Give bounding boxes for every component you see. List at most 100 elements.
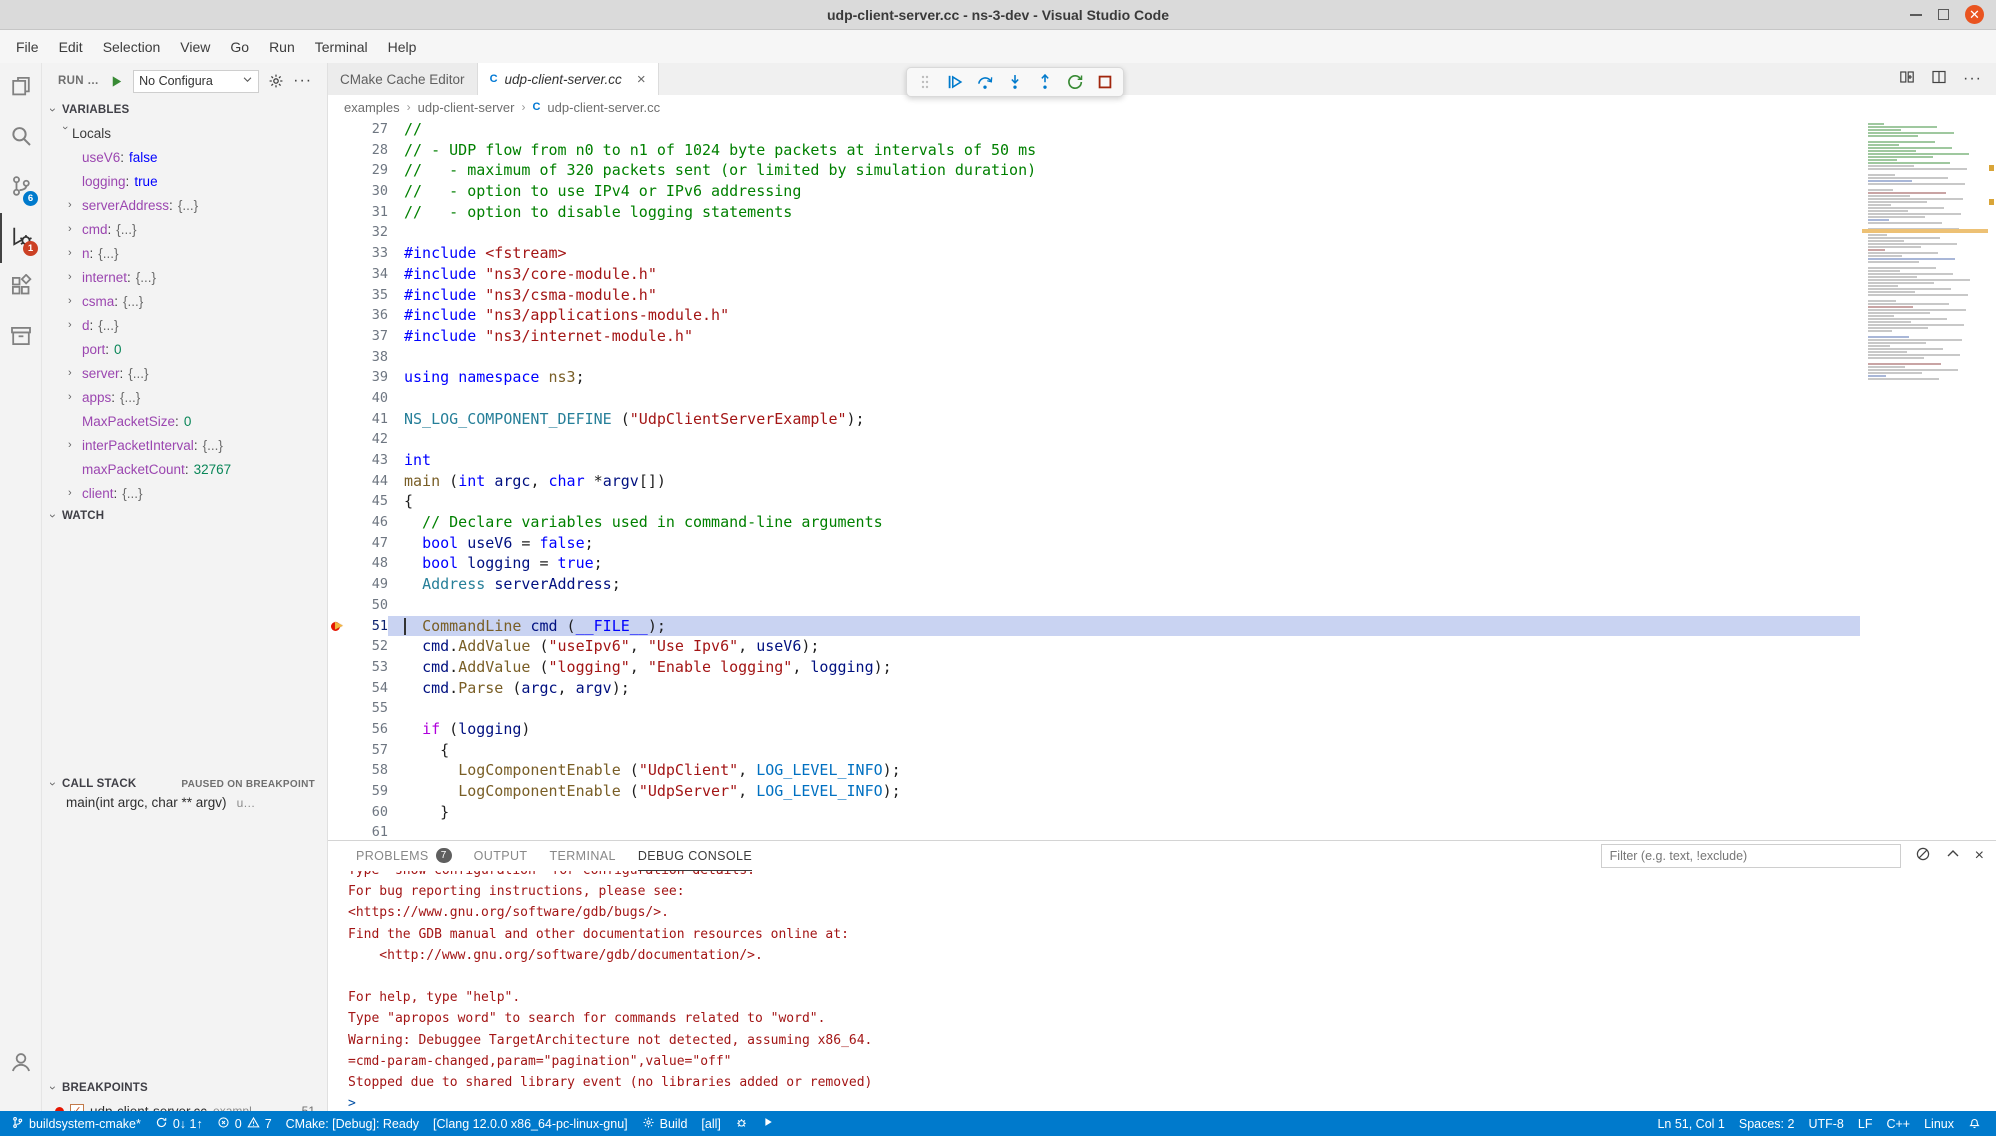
cursor-position[interactable]: Ln 51, Col 1 (1650, 1111, 1731, 1136)
variable-row[interactable]: ›serverAddress:{...} (42, 193, 327, 217)
panel-tab-terminal[interactable]: TERMINAL (549, 841, 615, 871)
console-filter-input[interactable] (1601, 844, 1901, 868)
step-over-icon[interactable] (973, 70, 997, 94)
breakpoints-header[interactable]: › BREAKPOINTS (42, 1077, 327, 1099)
problems-indicator[interactable]: 0 7 (210, 1111, 279, 1136)
variable-row[interactable]: ›server:{...} (42, 361, 327, 385)
maximize-panel-icon[interactable] (1945, 846, 1961, 867)
code-line[interactable]: 32 (328, 222, 1996, 243)
step-into-icon[interactable] (1003, 70, 1027, 94)
variable-row[interactable]: ›csma:{...} (42, 289, 327, 313)
debug-console[interactable]: Type "show configuration" for configurat… (328, 871, 1996, 1111)
code-line[interactable]: 53 cmd.AddValue ("logging", "Enable logg… (328, 657, 1996, 678)
breadcrumb-item[interactable]: udp-client-server.cc (547, 100, 660, 115)
close-tab-icon[interactable]: × (637, 71, 646, 88)
account-button[interactable] (0, 1043, 42, 1085)
cmake-build-button[interactable]: Build (635, 1111, 695, 1136)
notifications-button[interactable] (1961, 1111, 1988, 1136)
panel-tab-problems[interactable]: PROBLEMS7 (356, 841, 452, 871)
code-line[interactable]: 29// - maximum of 320 packets sent (or l… (328, 160, 1996, 181)
code-line[interactable]: 30// - option to use IPv4 or IPv6 addres… (328, 181, 1996, 202)
more-actions-icon[interactable]: ··· (293, 72, 312, 90)
code-line[interactable]: 54 cmd.Parse (argc, argv); (328, 678, 1996, 699)
variable-row[interactable]: ›cmd:{...} (42, 217, 327, 241)
code-line[interactable]: 36#include "ns3/applications-module.h" (328, 305, 1996, 326)
breadcrumb-item[interactable]: udp-client-server (418, 100, 515, 115)
clear-console-icon[interactable] (1915, 846, 1931, 867)
toolbar-drag-handle[interactable] (913, 70, 937, 94)
code-line[interactable]: 52 cmd.AddValue ("useIpv6", "Use Ipv6", … (328, 636, 1996, 657)
variable-row[interactable]: ›apps:{...} (42, 385, 327, 409)
code-line[interactable]: 47 bool useV6 = false; (328, 533, 1996, 554)
code-line[interactable]: 28// - UDP flow from n0 to n1 of 1024 by… (328, 140, 1996, 161)
panel-tab-debug-console[interactable]: DEBUG CONSOLE (638, 841, 752, 871)
maximize-button[interactable] (1938, 9, 1949, 20)
open-changes-icon[interactable] (1899, 69, 1915, 90)
cmake-launch-button[interactable] (755, 1111, 781, 1136)
sidebar-item-run-debug[interactable]: 1 (0, 213, 41, 263)
code-line[interactable]: 31// - option to disable logging stateme… (328, 202, 1996, 223)
variable-row[interactable]: logging:true (42, 169, 327, 193)
code-line[interactable]: 37#include "ns3/internet-module.h" (328, 326, 1996, 347)
language-indicator[interactable]: C++ (1879, 1111, 1917, 1136)
os-indicator[interactable]: Linux (1917, 1111, 1961, 1136)
code-line[interactable]: 34#include "ns3/core-module.h" (328, 264, 1996, 285)
menu-item-go[interactable]: Go (220, 34, 259, 60)
stop-icon[interactable] (1093, 70, 1117, 94)
code-line[interactable]: 27// (328, 119, 1996, 140)
git-sync-indicator[interactable]: 0↓ 1↑ (148, 1111, 210, 1136)
tab-udp-client-server-cc[interactable]: Cudp-client-server.cc× (478, 63, 659, 95)
code-line[interactable]: 33#include <fstream> (328, 243, 1996, 264)
encoding-indicator[interactable]: UTF-8 (1801, 1111, 1850, 1136)
step-out-icon[interactable] (1033, 70, 1057, 94)
code-line[interactable]: 43int (328, 450, 1996, 471)
variables-header[interactable]: › VARIABLES (42, 99, 327, 121)
code-line[interactable]: 57 { (328, 740, 1996, 761)
variable-row[interactable]: ›d:{...} (42, 313, 327, 337)
code-line[interactable]: 44main (int argc, char *argv[]) (328, 471, 1996, 492)
code-line[interactable]: 49 Address serverAddress; (328, 574, 1996, 595)
code-line[interactable]: ▶51 CommandLine cmd (__FILE__); (328, 616, 1996, 637)
watch-header[interactable]: › WATCH (42, 505, 327, 527)
breakpoint-checkbox[interactable]: ✓ (70, 1104, 84, 1111)
menu-item-edit[interactable]: Edit (49, 34, 93, 60)
code-line[interactable]: 41NS_LOG_COMPONENT_DEFINE ("UdpClientSer… (328, 409, 1996, 430)
tab-cmake-cache-editor[interactable]: CMake Cache Editor (328, 63, 478, 95)
code-line[interactable]: 58 LogComponentEnable ("UdpClient", LOG_… (328, 760, 1996, 781)
code-line[interactable]: 42 (328, 429, 1996, 450)
code-line[interactable]: 35#include "ns3/csma-module.h" (328, 285, 1996, 306)
restart-icon[interactable] (1063, 70, 1087, 94)
variable-row[interactable]: ›client:{...} (42, 481, 327, 505)
minimize-button[interactable] (1910, 14, 1922, 16)
sidebar-item-extensions[interactable] (0, 263, 41, 313)
sidebar-item-source-control[interactable]: 6 (0, 163, 41, 213)
code-line[interactable]: 40 (328, 388, 1996, 409)
sidebar-item-testing[interactable] (0, 313, 41, 363)
close-panel-icon[interactable]: × (1975, 847, 1984, 865)
variable-row[interactable]: ›internet:{...} (42, 265, 327, 289)
breakpoint-item[interactable]: ✓ udp-client-server.cc exampl… 51 (42, 1099, 327, 1111)
variable-row[interactable]: port:0 (42, 337, 327, 361)
call-stack-header[interactable]: › CALL STACK PAUSED ON BREAKPOINT (42, 773, 327, 795)
continue-icon[interactable] (943, 70, 967, 94)
variable-row[interactable]: useV6:false (42, 145, 327, 169)
code-line[interactable]: 60 } (328, 802, 1996, 823)
menu-item-run[interactable]: Run (259, 34, 305, 60)
menu-item-view[interactable]: View (170, 34, 220, 60)
more-actions-icon[interactable]: ··· (1963, 70, 1982, 88)
sidebar-item-explorer[interactable] (0, 63, 41, 113)
sidebar-item-search[interactable] (0, 113, 41, 163)
git-branch-indicator[interactable]: buildsystem-cmake* (4, 1111, 148, 1136)
code-line[interactable]: 46 // Declare variables used in command-… (328, 512, 1996, 533)
debug-config-dropdown[interactable]: No Configura (133, 70, 259, 93)
cmake-status[interactable]: CMake: [Debug]: Ready (279, 1111, 426, 1136)
stack-frame[interactable]: main(int argc, char ** argv) u… (42, 795, 327, 819)
code-line[interactable]: 59 LogComponentEnable ("UdpServer", LOG_… (328, 781, 1996, 802)
console-input-prompt[interactable]: > (348, 1093, 1996, 1111)
cmake-kit[interactable]: [Clang 12.0.0 x86_64-pc-linux-gnu] (426, 1111, 635, 1136)
minimap[interactable] (1860, 119, 1996, 840)
variable-row[interactable]: maxPacketCount:32767 (42, 457, 327, 481)
cmake-debug-button[interactable] (728, 1111, 755, 1136)
code-line[interactable]: 50 (328, 595, 1996, 616)
code-editor[interactable]: 27//28// - UDP flow from n0 to n1 of 102… (328, 119, 1996, 840)
